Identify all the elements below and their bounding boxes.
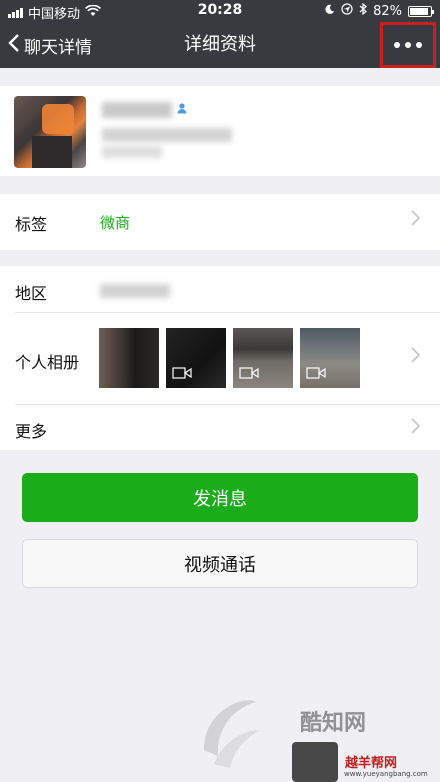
details-group: 地区 个人相册 更多: [0, 266, 440, 450]
album-row[interactable]: 个人相册: [0, 313, 440, 403]
chevron-right-icon: [411, 418, 421, 439]
watermark-site-name: 酷知网: [300, 711, 367, 736]
profile-card[interactable]: [0, 86, 440, 176]
more-dot-icon: [394, 42, 400, 48]
tags-label: 标签: [15, 215, 48, 234]
watermark-site-name-2: 越羊帮网: [345, 756, 398, 771]
album-label: 个人相册: [15, 353, 80, 372]
tags-row[interactable]: 标签 微商: [0, 194, 440, 250]
more-dot-icon: [405, 42, 411, 48]
chevron-right-icon: [411, 210, 421, 231]
watermark-logo-icon: [194, 690, 264, 770]
video-camera-icon: [172, 367, 192, 382]
region-row[interactable]: 地区: [0, 266, 440, 312]
album-video-thumbnail[interactable]: [233, 328, 293, 388]
page-title: 详细资料: [184, 34, 256, 55]
avatar[interactable]: [14, 96, 86, 168]
watermark-badge-icon: [292, 742, 338, 782]
more-options-button[interactable]: [380, 22, 436, 68]
more-label: 更多: [15, 422, 48, 441]
battery-percent: 82%: [373, 3, 402, 19]
blurred-region-value: [100, 284, 170, 298]
status-right: 82%: [324, 2, 434, 19]
chevron-right-icon: [411, 347, 421, 368]
blurred-name: [102, 102, 172, 118]
bluetooth-icon: [359, 2, 368, 19]
more-row[interactable]: 更多: [0, 405, 440, 450]
gender-icon: [176, 102, 188, 118]
video-camera-icon: [306, 367, 326, 382]
nav-bar: 聊天详情 详细资料: [0, 22, 440, 68]
status-bar: 中国移动 20:28 82%: [0, 0, 440, 22]
blurred-id: [102, 128, 232, 142]
moon-icon: [324, 4, 335, 19]
album-video-thumbnail[interactable]: [166, 328, 226, 388]
video-camera-icon: [239, 367, 259, 382]
battery-icon: [408, 5, 434, 17]
region-label: 地区: [15, 284, 48, 303]
tags-value: 微商: [100, 214, 131, 232]
album-thumbnail[interactable]: [99, 328, 159, 388]
watermark-url: www.yueyangbang.com: [344, 770, 428, 778]
location-icon: [341, 3, 353, 19]
blurred-nickname: [102, 146, 162, 158]
album-video-thumbnail[interactable]: [300, 328, 360, 388]
more-dot-icon: [416, 42, 422, 48]
send-message-button[interactable]: 发消息: [22, 473, 418, 522]
video-call-button[interactable]: 视频通话: [22, 539, 418, 588]
